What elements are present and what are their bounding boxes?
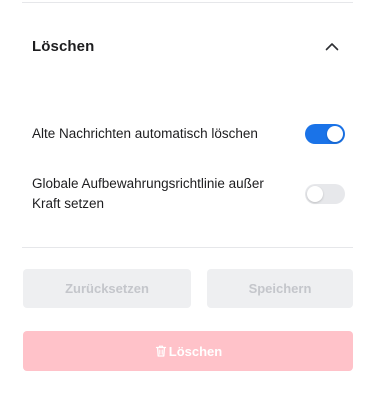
toggle-knob: [307, 186, 323, 202]
reset-button[interactable]: Zurücksetzen: [23, 269, 191, 308]
toggle-knob: [327, 126, 343, 142]
section-title: Löschen: [32, 37, 95, 55]
setting-auto-delete-label: Alte Nachrichten automatisch löschen: [32, 126, 258, 141]
override-retention-toggle[interactable]: [305, 184, 345, 204]
trash-icon: [154, 344, 168, 358]
setting-override-retention-label: Globale Aufbewahrungsrichtlinie außer Kr…: [32, 176, 264, 211]
section-header[interactable]: Löschen: [32, 32, 343, 60]
setting-auto-delete-row: Alte Nachrichten automatisch löschen: [32, 122, 345, 146]
delete-button-label: Löschen: [168, 343, 223, 359]
prune-settings-panel: Löschen Alte Nachrichten automatisch lös…: [0, 0, 367, 405]
top-divider: [22, 2, 353, 3]
actions-divider: [22, 247, 353, 248]
save-button[interactable]: Speichern: [207, 269, 353, 308]
auto-delete-toggle[interactable]: [305, 124, 345, 144]
delete-button[interactable]: Löschen: [23, 331, 353, 371]
setting-override-retention-row: Globale Aufbewahrungsrichtlinie außer Kr…: [32, 174, 345, 214]
chevron-up-icon: [325, 42, 339, 50]
collapse-button[interactable]: [321, 35, 343, 57]
